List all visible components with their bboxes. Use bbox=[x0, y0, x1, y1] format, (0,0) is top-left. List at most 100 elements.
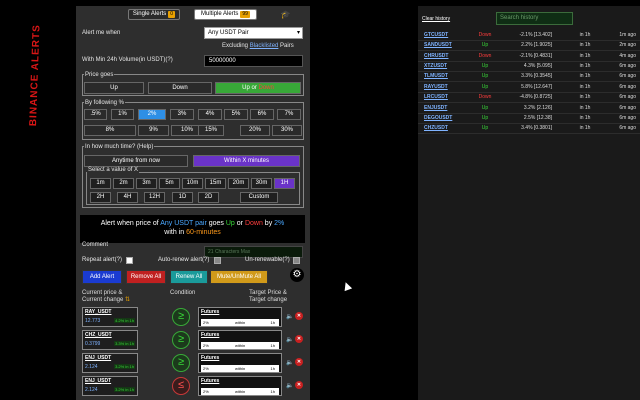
percent-button[interactable]: 5% bbox=[224, 109, 248, 120]
direction-up-button[interactable]: Up bbox=[84, 82, 144, 94]
renew-all-button[interactable]: Renew All bbox=[170, 270, 208, 284]
history-row[interactable]: LRCUSDT Down -4.8% [0.8725] in 1h 6m ago bbox=[418, 93, 640, 103]
target-cell[interactable]: Futures 2% within 1h bbox=[198, 376, 282, 396]
history-time-ago: 6m ago bbox=[619, 84, 636, 90]
add-alert-button[interactable]: Add Alert bbox=[82, 270, 122, 284]
history-symbol[interactable]: RAYUSDT bbox=[424, 83, 448, 91]
time-button[interactable]: 4H bbox=[117, 192, 138, 203]
pair-name[interactable]: ENJ_USDT bbox=[85, 378, 111, 384]
time-button[interactable]: 30m bbox=[251, 178, 272, 189]
pair-select[interactable]: Any USDT Pair ▾ bbox=[204, 27, 303, 39]
mute-all-button[interactable]: Mute/UnMute All bbox=[210, 270, 268, 284]
speaker-icon[interactable]: 🔈 bbox=[286, 313, 293, 320]
timeframe-text: 1h bbox=[270, 343, 275, 348]
percent-button[interactable]: 30% bbox=[272, 125, 302, 136]
history-row[interactable]: TLMUSDT Up 3.3% [0.3545] in 1h 6m ago bbox=[418, 72, 640, 82]
direction-updown-button[interactable]: Up or Down bbox=[215, 82, 301, 94]
percent-button[interactable]: 20% bbox=[240, 125, 270, 136]
unrenewable-checkbox[interactable] bbox=[293, 257, 300, 264]
time-button[interactable]: 2D bbox=[198, 192, 219, 203]
percent-button[interactable]: 15% bbox=[198, 125, 224, 136]
history-row[interactable]: RAYUSDT Up 5.8% [12.647] in 1h 6m ago bbox=[418, 83, 640, 93]
time-button[interactable]: 10m bbox=[182, 178, 203, 189]
time-button[interactable]: 2H bbox=[90, 192, 111, 203]
speaker-icon[interactable]: 🔈 bbox=[286, 359, 293, 366]
percent-button[interactable]: 4% bbox=[198, 109, 222, 120]
repeat-alert-checkbox[interactable] bbox=[126, 257, 133, 264]
speaker-icon[interactable]: 🔈 bbox=[286, 336, 293, 343]
target-cell[interactable]: Futures 2% within 1h bbox=[198, 330, 282, 350]
tab-single-alerts[interactable]: Single Alerts 0 bbox=[128, 9, 180, 20]
delete-icon[interactable]: ✕ bbox=[295, 335, 303, 343]
history-direction: Up bbox=[481, 63, 489, 69]
history-symbol[interactable]: DEGOUSDT bbox=[424, 114, 452, 122]
direction-down-button[interactable]: Down bbox=[148, 82, 212, 94]
target-cell[interactable]: Futures 2% within 1h bbox=[198, 307, 282, 327]
time-button[interactable]: 5m bbox=[159, 178, 180, 189]
history-row[interactable]: DEGOUSDT Up 2.5% [12.38] in 1h 6m ago bbox=[418, 114, 640, 124]
history-symbol[interactable]: TLMUSDT bbox=[424, 72, 448, 80]
autorenew-checkbox[interactable] bbox=[214, 257, 221, 264]
blacklisted-link[interactable]: Blacklisted bbox=[250, 43, 279, 49]
anytime-button[interactable]: Anytime from now bbox=[84, 155, 188, 167]
summary-percent: 2% bbox=[274, 220, 285, 227]
history-row[interactable]: CHRUSDT Down -2.1% [0.4831] in 1h 4m ago bbox=[418, 52, 640, 62]
current-price-cell[interactable]: ENJ_USDT 2.124 3.2% in 1h bbox=[82, 376, 138, 396]
gear-icon[interactable]: ⚙ bbox=[290, 268, 304, 282]
percent-button[interactable]: 9% bbox=[138, 125, 169, 136]
current-change: 3.3% in 1h bbox=[114, 341, 135, 346]
graduation-cap-icon[interactable]: 🎓 bbox=[280, 10, 291, 19]
history-row[interactable]: GTCUSDT Down -2.1% [13.402] in 1h 1m ago bbox=[418, 31, 640, 41]
pair-name[interactable]: RAY_USDT bbox=[85, 309, 112, 315]
sort-icon[interactable]: ⇅ bbox=[125, 297, 130, 303]
target-cell[interactable]: Futures 2% within 1h bbox=[198, 353, 282, 373]
header-text: Target change bbox=[249, 297, 288, 303]
percent-button[interactable]: 6% bbox=[250, 109, 274, 120]
percent-button[interactable]: 7% bbox=[277, 109, 301, 120]
clear-history-link[interactable]: Clear history bbox=[422, 16, 450, 22]
tab-multiple-alerts[interactable]: Multiple Alerts 99 bbox=[194, 9, 257, 20]
history-row[interactable]: SANDUSDT Up 2.2% [1.9025] in 1h 2m ago bbox=[418, 41, 640, 51]
history-symbol[interactable]: CHRUSDT bbox=[424, 52, 448, 60]
time-button[interactable]: 20m bbox=[228, 178, 249, 189]
search-history-input[interactable]: Search history bbox=[496, 12, 573, 25]
percent-button[interactable]: 1% bbox=[111, 109, 134, 120]
volume-input[interactable]: 50000000 bbox=[204, 55, 303, 67]
delete-icon[interactable]: ✕ bbox=[295, 381, 303, 389]
delete-icon[interactable]: ✕ bbox=[295, 312, 303, 320]
time-button-selected[interactable]: 1H bbox=[274, 178, 295, 189]
history-row[interactable]: CHZUSDT Up 3.4% [0.3801] in 1h 6m ago bbox=[418, 124, 640, 134]
history-symbol[interactable]: CHZUSDT bbox=[424, 124, 448, 132]
percent-button[interactable]: 8% bbox=[84, 125, 136, 136]
history-symbol[interactable]: XTZUSDT bbox=[424, 62, 447, 70]
custom-time-button[interactable]: Custom bbox=[240, 192, 278, 203]
within-text: within bbox=[235, 320, 246, 325]
history-change: -4.8% [0.8725] bbox=[519, 94, 552, 100]
history-symbol[interactable]: SANDUSDT bbox=[424, 41, 452, 49]
remove-all-button[interactable]: Remove All bbox=[126, 270, 166, 284]
delete-icon[interactable]: ✕ bbox=[295, 358, 303, 366]
time-button[interactable]: 3m bbox=[136, 178, 157, 189]
history-timeframe: in 1h bbox=[579, 115, 591, 121]
percent-button-selected[interactable]: 2% bbox=[138, 109, 166, 120]
pair-name[interactable]: CHZ_USDT bbox=[85, 332, 112, 338]
history-symbol[interactable]: GTCUSDT bbox=[424, 31, 448, 39]
current-price-cell[interactable]: ENJ_USDT 2.124 3.2% in 1h bbox=[82, 353, 138, 373]
speaker-icon[interactable]: 🔈 bbox=[286, 382, 293, 389]
time-button[interactable]: 12H bbox=[144, 192, 165, 203]
time-button[interactable]: 1m bbox=[90, 178, 111, 189]
current-price-cell[interactable]: CHZ_USDT 0.3799 3.3% in 1h bbox=[82, 330, 138, 350]
history-row[interactable]: XTZUSDT Up 4.3% [5.095] in 1h 6m ago bbox=[418, 62, 640, 72]
time-button[interactable]: 1D bbox=[172, 192, 193, 203]
history-symbol[interactable]: LRCUSDT bbox=[424, 93, 448, 101]
pair-name[interactable]: ENJ_USDT bbox=[85, 355, 111, 361]
current-price-cell[interactable]: RAY_USDT 12.773 4.2% in 1h bbox=[82, 307, 138, 327]
history-symbol[interactable]: ENJUSDT bbox=[424, 104, 447, 112]
percent-button[interactable]: .5% bbox=[84, 109, 107, 120]
history-row[interactable]: ENJUSDT Up 3.2% [2.126] in 1h 6m ago bbox=[418, 104, 640, 114]
within-x-button[interactable]: Within X minutes bbox=[193, 155, 300, 167]
time-button[interactable]: 2m bbox=[113, 178, 134, 189]
percent-button[interactable]: 3% bbox=[170, 109, 194, 120]
target-change: 2% within 1h bbox=[201, 319, 279, 326]
time-button[interactable]: 15m bbox=[205, 178, 226, 189]
